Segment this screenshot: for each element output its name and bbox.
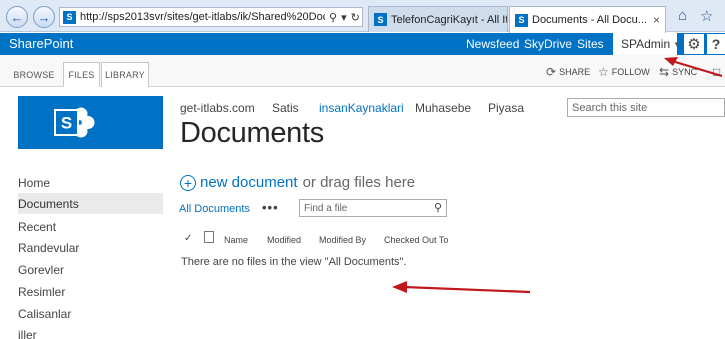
chevron-down-icon: ▼ bbox=[673, 39, 682, 49]
suite-link-sites[interactable]: Sites bbox=[577, 37, 604, 51]
address-bar[interactable]: S http://sps2013svr/sites/get-itlabs/ik/… bbox=[59, 7, 363, 27]
share-icon: ⟳ bbox=[546, 65, 557, 79]
tab-files[interactable]: FILES bbox=[63, 62, 100, 87]
column-header-name[interactable]: Name bbox=[224, 235, 248, 245]
quicklaunch-item-randevular[interactable]: Randevular bbox=[18, 237, 163, 258]
drag-files-text: or drag files here bbox=[302, 174, 416, 191]
tab-label: TelefonCagriKayıt - All Ite... bbox=[391, 13, 507, 26]
sharepoint-favicon-icon: S bbox=[515, 13, 528, 27]
dropdown-icon[interactable]: ▾ bbox=[341, 11, 347, 24]
quicklaunch-item-documents[interactable]: Documents bbox=[18, 193, 163, 214]
select-all-check-icon[interactable]: ✓ bbox=[184, 233, 192, 244]
close-tab-icon[interactable]: × bbox=[653, 13, 660, 27]
sync-label: SYNC bbox=[672, 67, 698, 77]
address-url: http://sps2013svr/sites/get-itlabs/ik/Sh… bbox=[80, 11, 325, 23]
focus-content-icon[interactable]: □ bbox=[713, 65, 723, 79]
quicklaunch-item-recent[interactable]: Recent bbox=[18, 216, 163, 237]
sharepoint-favicon-icon: S bbox=[374, 13, 387, 26]
topnav-item-muhasebe[interactable]: Muhasebe bbox=[415, 101, 471, 115]
topnav-item-satis[interactable]: Satis bbox=[272, 101, 299, 115]
browser-tab-telefon[interactable]: S TelefonCagriKayıt - All Ite... bbox=[368, 6, 508, 32]
forward-button[interactable]: → bbox=[33, 6, 55, 28]
sharepoint-brand[interactable]: SharePoint bbox=[9, 36, 73, 51]
star-icon: ☆ bbox=[598, 65, 609, 79]
follow-label: FOLLOW bbox=[611, 67, 650, 77]
sync-icon: ⇆ bbox=[659, 65, 670, 79]
site-search-placeholder: Search this site bbox=[572, 101, 648, 114]
refresh-icon[interactable]: ↻ bbox=[351, 11, 360, 24]
settings-gear-icon[interactable]: ⚙ bbox=[684, 34, 704, 54]
browser-toolbar: ← → S http://sps2013svr/sites/get-itlabs… bbox=[0, 0, 725, 33]
new-document-area: + new document or drag files here bbox=[180, 174, 415, 191]
topnav-item-get-itlabs[interactable]: get-itlabs.com bbox=[180, 101, 255, 115]
find-file-input[interactable]: Find a file ⚲ bbox=[299, 199, 447, 217]
sharepoint-logo-icon: S bbox=[54, 107, 95, 138]
column-header-modified[interactable]: Modified bbox=[267, 235, 301, 245]
share-button[interactable]: ⟳ SHARE bbox=[546, 65, 590, 79]
more-views-button[interactable]: ••• bbox=[262, 200, 279, 215]
help-button[interactable]: ? bbox=[707, 34, 725, 54]
search-icon[interactable]: ⚲ bbox=[329, 11, 337, 24]
follow-button[interactable]: ☆ FOLLOW bbox=[598, 65, 650, 79]
quicklaunch-item-home[interactable]: Home bbox=[18, 172, 163, 193]
plus-circle-icon[interactable]: + bbox=[180, 174, 196, 191]
quicklaunch-item-calisanlar[interactable]: Calisanlar bbox=[18, 303, 163, 324]
ribbon: BROWSE FILES LIBRARY ⟳ SHARE ☆ FOLLOW ⇆ … bbox=[0, 55, 725, 87]
empty-view-message: There are no files in the view "All Docu… bbox=[181, 256, 407, 268]
share-label: SHARE bbox=[559, 67, 591, 77]
column-header-modified-by[interactable]: Modified By bbox=[319, 235, 366, 245]
svg-text:S: S bbox=[61, 114, 72, 133]
user-name: SPAdmin bbox=[621, 37, 671, 51]
tab-browse[interactable]: BROWSE bbox=[8, 62, 60, 87]
search-icon[interactable]: ⚲ bbox=[434, 201, 442, 214]
back-button[interactable]: ← bbox=[6, 6, 28, 28]
file-type-icon bbox=[204, 231, 214, 243]
quicklaunch-item-gorevler[interactable]: Gorevler bbox=[18, 259, 163, 280]
favorites-star-icon[interactable]: ☆ bbox=[700, 7, 713, 25]
site-search-input[interactable]: Search this site bbox=[567, 98, 725, 117]
suite-link-skydrive[interactable]: SkyDrive bbox=[524, 37, 572, 51]
view-all-documents[interactable]: All Documents bbox=[179, 203, 250, 215]
user-menu[interactable]: SPAdmin ▼ bbox=[613, 33, 681, 55]
quicklaunch-item-resimler[interactable]: Resimler bbox=[18, 281, 163, 302]
sharepoint-favicon-icon: S bbox=[63, 10, 76, 24]
quicklaunch-item-iller[interactable]: iller bbox=[18, 324, 163, 339]
column-header-checked-out-to[interactable]: Checked Out To bbox=[384, 235, 448, 245]
annotation-arrow-empty bbox=[392, 281, 531, 294]
find-file-placeholder: Find a file bbox=[304, 202, 348, 214]
page-title: Documents bbox=[180, 117, 324, 149]
site-logo[interactable]: S bbox=[18, 96, 163, 149]
new-document-link[interactable]: new document bbox=[200, 174, 298, 191]
sync-button[interactable]: ⇆ SYNC bbox=[659, 65, 697, 79]
tab-label: Documents - All Docu... bbox=[532, 14, 647, 26]
tab-library[interactable]: LIBRARY bbox=[101, 62, 149, 87]
topnav-item-piyasa[interactable]: Piyasa bbox=[488, 101, 524, 115]
home-icon[interactable]: ⌂ bbox=[678, 7, 687, 24]
suite-link-newsfeed[interactable]: Newsfeed bbox=[466, 37, 519, 51]
browser-tab-documents[interactable]: S Documents - All Docu... × bbox=[509, 6, 666, 33]
topnav-item-insankaynaklari[interactable]: insanKaynaklari bbox=[319, 101, 404, 115]
suite-bar: SharePoint Newsfeed SkyDrive Sites SPAdm… bbox=[0, 33, 725, 55]
